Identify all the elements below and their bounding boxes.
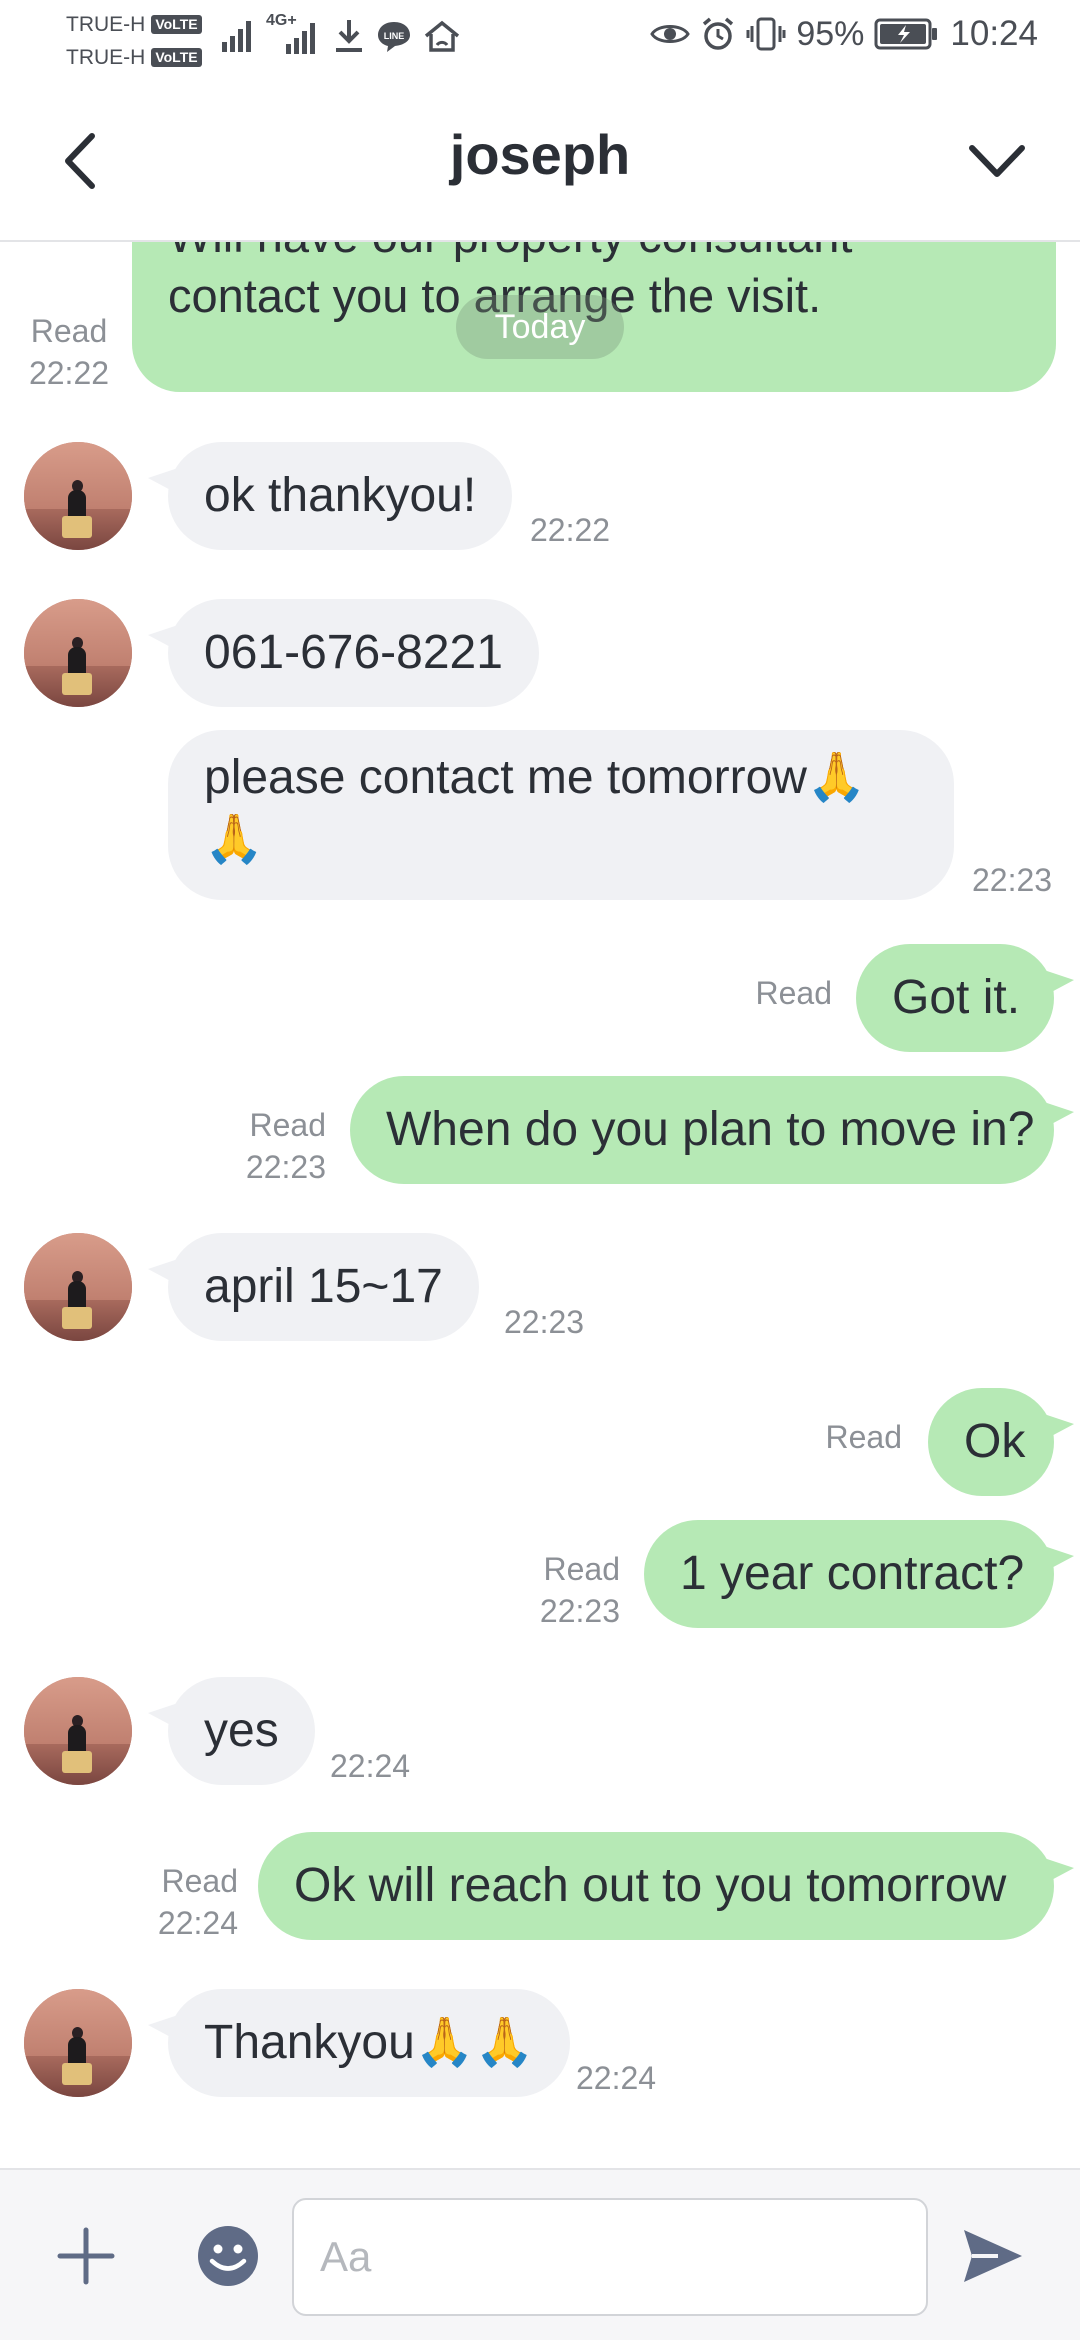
message-bubble-outgoing[interactable]: When do you plan to move in? xyxy=(350,1076,1074,1184)
message-time: 22:23 xyxy=(504,1304,585,1340)
read-status: Read xyxy=(30,313,108,349)
message-bubble-outgoing[interactable]: Ok xyxy=(928,1388,1074,1496)
svg-text:LINE: LINE xyxy=(384,31,405,41)
message-text: 🙏 xyxy=(204,813,264,866)
message-bubble-incoming[interactable]: 061-676-8221 xyxy=(148,599,539,707)
read-status: Read xyxy=(161,1863,239,1899)
message-bubble-incoming[interactable]: Thankyou🙏🙏 xyxy=(147,1989,571,2097)
send-icon[interactable] xyxy=(958,2222,1026,2290)
status-bar: TRUE-H VoLTE TRUE-H VoLTE 4G+ LINE 95% 1… xyxy=(0,0,1080,84)
message-time: 22:23 xyxy=(972,862,1053,898)
carrier-row-1: TRUE-H VoLTE xyxy=(66,8,202,41)
message-text-line: please contact me tomorrow🙏 xyxy=(204,746,867,810)
message-meta: Read 22:24 xyxy=(138,1860,238,1944)
message-time: 22:24 xyxy=(576,2060,657,2096)
message-meta: Read 22:23 xyxy=(516,1548,620,1632)
message-time: 22:22 xyxy=(530,512,611,548)
message-text: yes xyxy=(204,1704,279,1757)
message-bubble-incoming[interactable]: yes xyxy=(148,1677,315,1785)
volte-badge: VoLTE xyxy=(151,15,202,34)
vibrate-icon xyxy=(746,17,786,51)
message-input-bar xyxy=(0,2168,1080,2340)
read-status: Read xyxy=(249,1107,327,1143)
message-time: 22:23 xyxy=(539,1593,620,1629)
chat-title: joseph xyxy=(449,123,631,186)
date-separator: Today xyxy=(456,295,624,359)
carrier-info: TRUE-H VoLTE TRUE-H VoLTE xyxy=(66,8,202,74)
battery-percent: 95% xyxy=(796,14,865,53)
status-icons-left: 4G+ LINE xyxy=(220,12,462,56)
message-time: 22:24 xyxy=(330,1748,411,1784)
message-text: 061-676-8221 xyxy=(204,626,503,679)
chat-screen: TRUE-H VoLTE TRUE-H VoLTE 4G+ LINE 95% 1… xyxy=(0,0,1080,2340)
message-text: please contact me tomorrow🙏 xyxy=(204,751,867,804)
message-text: ok thankyou! xyxy=(204,469,477,522)
smiley-icon[interactable] xyxy=(196,2224,260,2288)
message-meta: Read 22:23 xyxy=(222,1104,326,1188)
read-status: Read xyxy=(825,1419,903,1455)
read-status: Read xyxy=(543,1551,621,1587)
download-icon xyxy=(336,20,362,52)
status-icons-right: 95% 10:24 xyxy=(650,14,1038,54)
clock: 10:24 xyxy=(950,14,1038,53)
avatar[interactable] xyxy=(24,1677,132,1785)
message-bubble-outgoing[interactable]: 1 year contract? xyxy=(644,1520,1074,1628)
message-text: Ok xyxy=(964,1415,1026,1468)
message-bubble-incoming[interactable]: ok thankyou! xyxy=(147,442,513,550)
carrier-name: TRUE-H xyxy=(66,46,146,69)
message-text: 1 year contract? xyxy=(680,1547,1025,1600)
message-bubble-incoming[interactable]: please contact me tomorrow🙏 🙏 xyxy=(168,730,954,900)
carrier-name: TRUE-H xyxy=(66,13,146,36)
message-meta: Read xyxy=(810,1416,903,1458)
line-app-icon: LINE xyxy=(378,22,410,52)
message-meta: Read xyxy=(740,972,833,1014)
chat-header: joseph xyxy=(0,84,1080,242)
volte-badge: VoLTE xyxy=(151,48,202,67)
message-bubble-outgoing[interactable]: Got it. xyxy=(856,944,1074,1052)
message-text-line: Will have our property consultant xyxy=(168,242,852,264)
avatar[interactable] xyxy=(24,599,132,707)
message-text: When do you plan to move in? xyxy=(386,1103,1035,1156)
message-text: Ok will reach out to you tomorrow xyxy=(294,1859,1007,1912)
chevron-down-icon[interactable] xyxy=(962,134,1032,190)
home-wifi-icon xyxy=(424,20,460,52)
message-time: 22:22 xyxy=(28,355,110,391)
message-text: april 15~17 xyxy=(204,1260,443,1313)
signal-4g-icon: 4G+ xyxy=(266,12,322,56)
message-time: 22:23 xyxy=(245,1149,326,1185)
avatar[interactable] xyxy=(24,1989,132,2097)
message-text: Thankyou🙏🙏 xyxy=(204,2016,535,2069)
signal-bars-icon xyxy=(222,21,251,52)
carrier-row-2: TRUE-H VoLTE xyxy=(66,41,202,74)
message-text: Got it. xyxy=(892,971,1021,1024)
message-bubble-incoming[interactable]: april 15~17 xyxy=(148,1233,479,1341)
alarm-icon xyxy=(703,17,734,50)
avatar[interactable] xyxy=(24,1233,132,1341)
message-text-line: 🙏 xyxy=(204,808,264,872)
eye-icon xyxy=(650,25,691,43)
message-list[interactable]: Will have our property consultant contac… xyxy=(0,242,1080,2168)
avatar[interactable] xyxy=(24,442,132,550)
message-meta: Read 22:22 xyxy=(14,310,124,394)
message-bubble-outgoing[interactable]: Ok will reach out to you tomorrow xyxy=(258,1832,1074,1940)
plus-icon[interactable] xyxy=(56,2226,116,2286)
message-input[interactable] xyxy=(292,2198,928,2316)
battery-charging-icon xyxy=(874,18,938,50)
read-status: Read xyxy=(755,975,833,1011)
message-time: 22:24 xyxy=(157,1905,238,1941)
